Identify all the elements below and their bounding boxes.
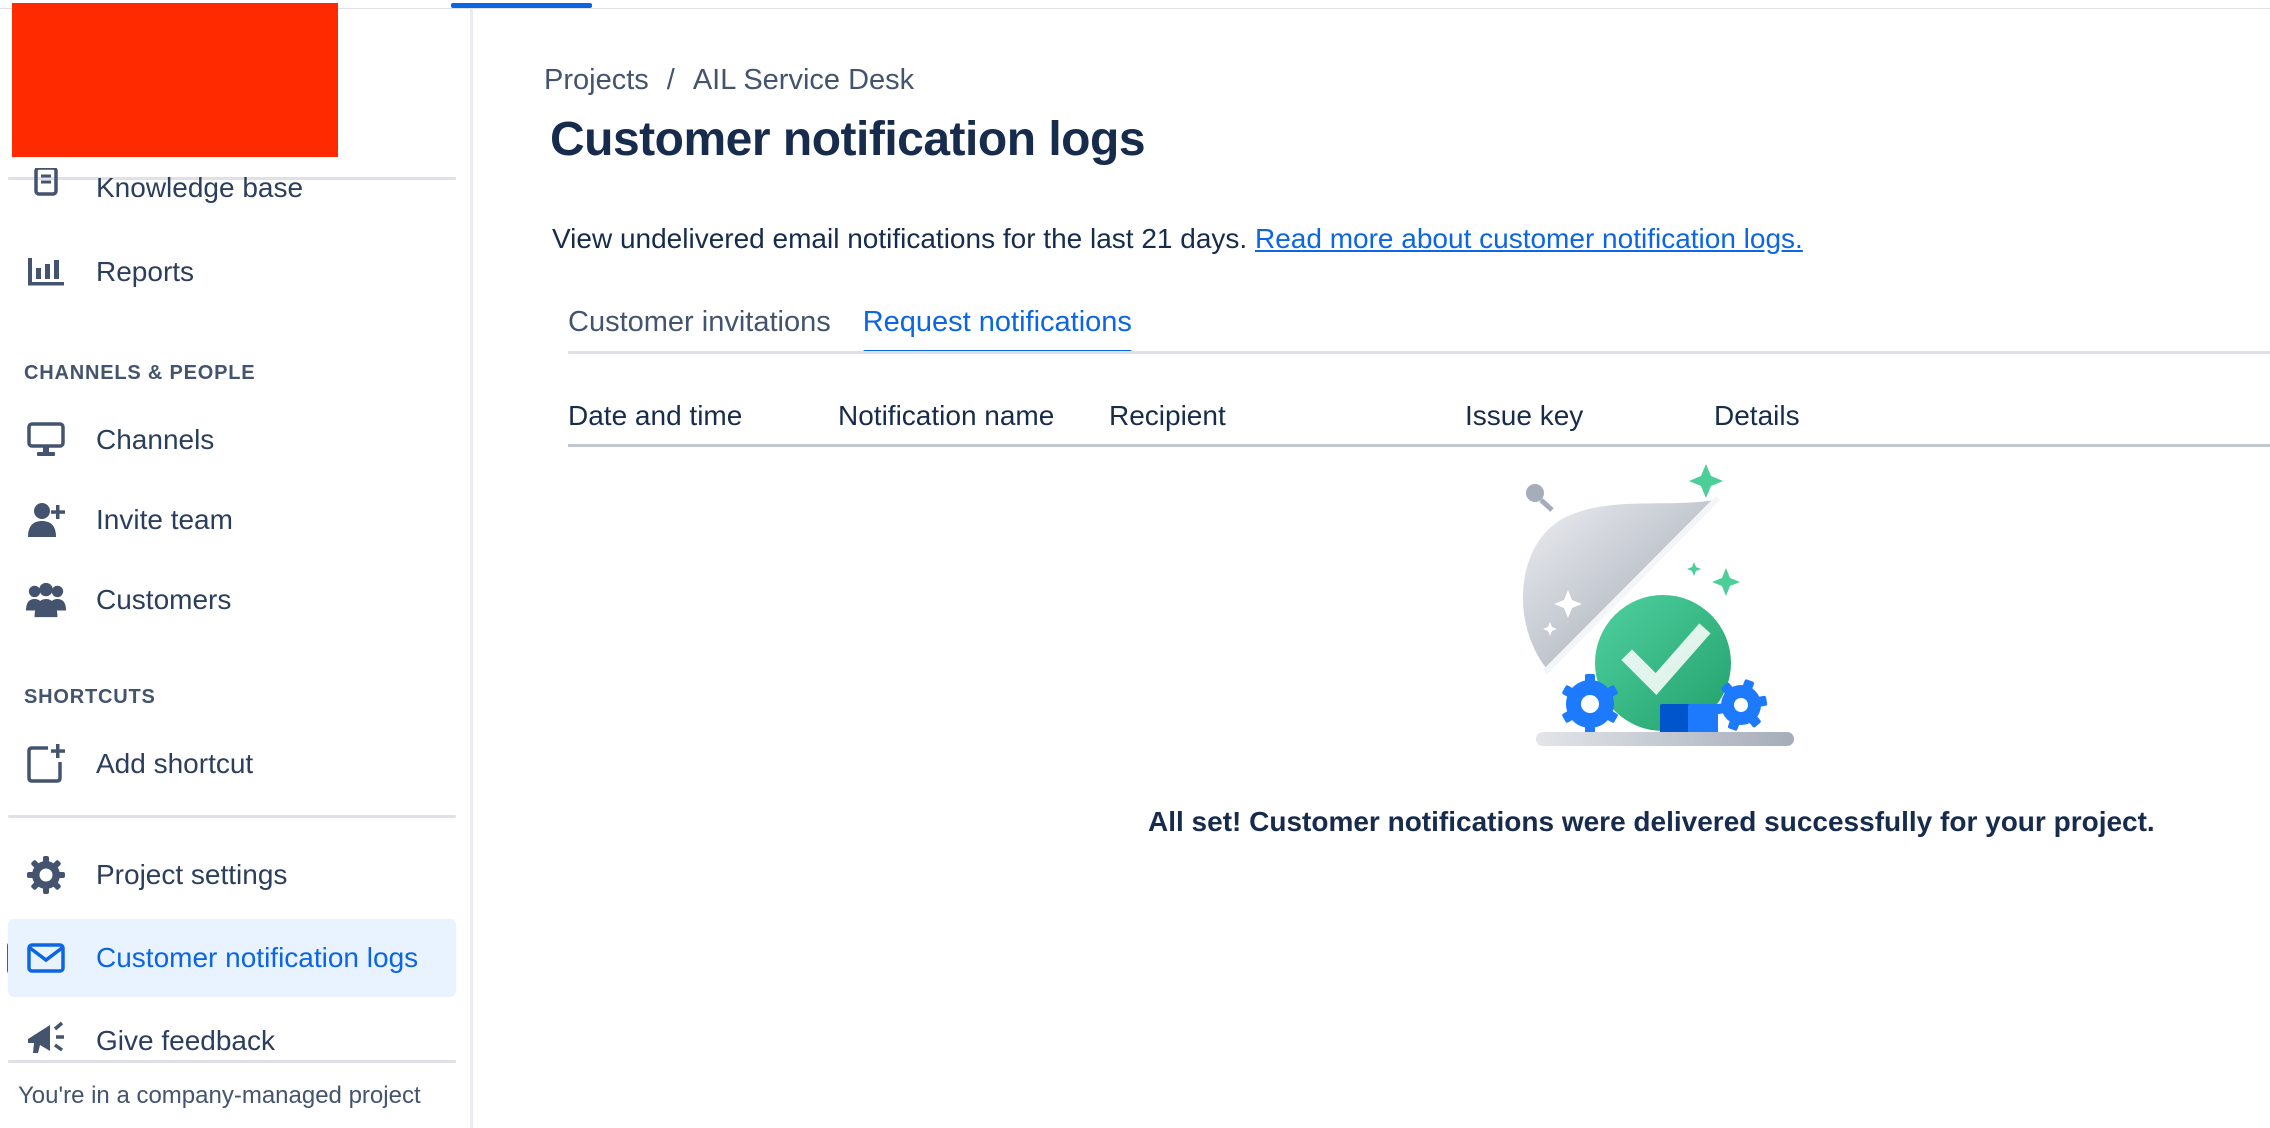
sidebar-item-label: Project settings [96, 859, 288, 890]
megaphone-icon [26, 1017, 66, 1057]
sidebar-item-knowledge-base[interactable]: Knowledge base [8, 150, 456, 224]
sidebar-section-heading: SHORTCUTS [24, 686, 156, 708]
description-text: View undelivered email notifications for… [552, 223, 1248, 254]
sidebar-item-label: Knowledge base [96, 172, 304, 203]
monitor-icon [26, 420, 66, 460]
sidebar-item-customers[interactable]: Customers [8, 561, 456, 639]
person-add-icon [26, 500, 66, 540]
table-header-divider [568, 444, 2270, 447]
gear-icon [26, 855, 66, 895]
breadcrumb-project-link[interactable]: AIL Service Desk [693, 64, 914, 97]
sidebar-item-label: Give feedback [96, 1025, 275, 1056]
people-group-icon [26, 580, 66, 620]
email-icon [26, 938, 66, 978]
sidebar-item-give-feedback[interactable]: Give feedback [8, 1001, 456, 1063]
sidebar-item-label: Channels [96, 424, 215, 455]
column-header-date-time[interactable]: Date and time [568, 400, 742, 432]
empty-state-message: All set! Customer notifications were del… [1148, 806, 2155, 837]
project-type-note: You're in a company-managed project [18, 1082, 421, 1109]
tab-list: Customer invitations Request notificatio… [568, 306, 1133, 354]
breadcrumb: Projects / AIL Service Desk [544, 64, 914, 97]
tabs-divider [568, 351, 2270, 354]
sidebar-item-customer-notification-logs[interactable]: Customer notification logs [8, 919, 456, 997]
column-header-issue-key[interactable]: Issue key [1465, 400, 1583, 432]
breadcrumb-separator: / [666, 64, 675, 96]
sidebar-item-label: Customers [96, 584, 232, 615]
tab-request-notifications[interactable]: Request notifications [862, 306, 1133, 354]
breadcrumb-projects-link[interactable]: Projects [544, 64, 649, 97]
sidebar-divider [8, 1060, 456, 1063]
learn-more-link[interactable]: Read more about customer notification lo… [1255, 223, 1803, 254]
page-description: View undelivered email notifications for… [552, 223, 1803, 255]
book-icon [26, 164, 66, 204]
sidebar-section-heading: CHANNELS & PEOPLE [24, 362, 256, 384]
top-navigation-active-indicator [451, 3, 592, 8]
sidebar-item-reports[interactable]: Reports [8, 233, 456, 311]
sidebar-item-channels[interactable]: Channels [8, 401, 456, 479]
sidebar-item-label: Reports [96, 256, 195, 287]
sidebar-item-invite-team[interactable]: Invite team [8, 481, 456, 559]
sidebar-item-add-shortcut[interactable]: Add shortcut [8, 725, 456, 803]
sidebar-item-label: Customer notification logs [96, 942, 419, 973]
column-header-notification-name[interactable]: Notification name [838, 400, 1054, 432]
bar-chart-icon [26, 252, 66, 292]
column-header-recipient[interactable]: Recipient [1109, 400, 1226, 432]
tab-customer-invitations[interactable]: Customer invitations [568, 306, 831, 354]
page-title: Customer notification logs [550, 113, 1146, 166]
redacted-logo-block [12, 3, 338, 157]
sidebar-item-label: Add shortcut [96, 748, 254, 779]
sidebar-divider [8, 815, 456, 818]
sidebar-item-label: Invite team [96, 504, 233, 535]
sidebar-resize-handle[interactable] [470, 9, 473, 1128]
column-header-details[interactable]: Details [1714, 400, 1800, 432]
success-illustration [1522, 464, 1794, 746]
sidebar-item-project-settings[interactable]: Project settings [8, 836, 456, 914]
add-page-icon [26, 744, 66, 784]
